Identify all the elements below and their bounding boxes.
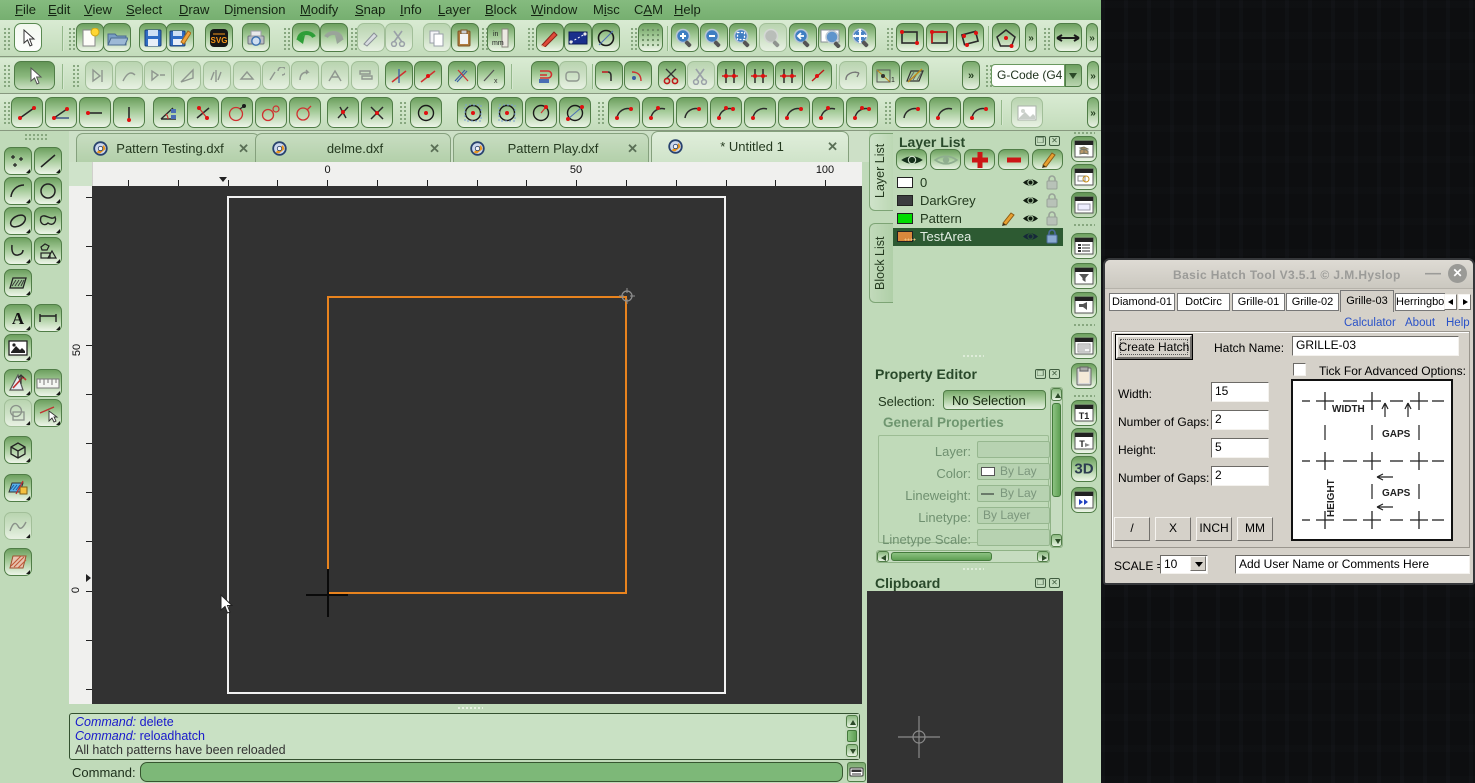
- svg-text:x: x: [494, 78, 498, 85]
- svg-text:in: in: [493, 31, 499, 38]
- svg-text:GAPS: GAPS: [1382, 488, 1411, 499]
- svg-text:HEIGHT: HEIGHT: [1326, 479, 1337, 517]
- svg-text:T1: T1: [1079, 411, 1090, 421]
- svg-text:.1: .1: [889, 77, 895, 84]
- svg-text:GAPS: GAPS: [1382, 429, 1411, 440]
- svg-text:T: T: [1079, 439, 1085, 449]
- svg-text:mm: mm: [492, 40, 504, 47]
- svg-text:WIDTH: WIDTH: [1332, 404, 1365, 415]
- svg-text:SVG: SVG: [211, 36, 228, 45]
